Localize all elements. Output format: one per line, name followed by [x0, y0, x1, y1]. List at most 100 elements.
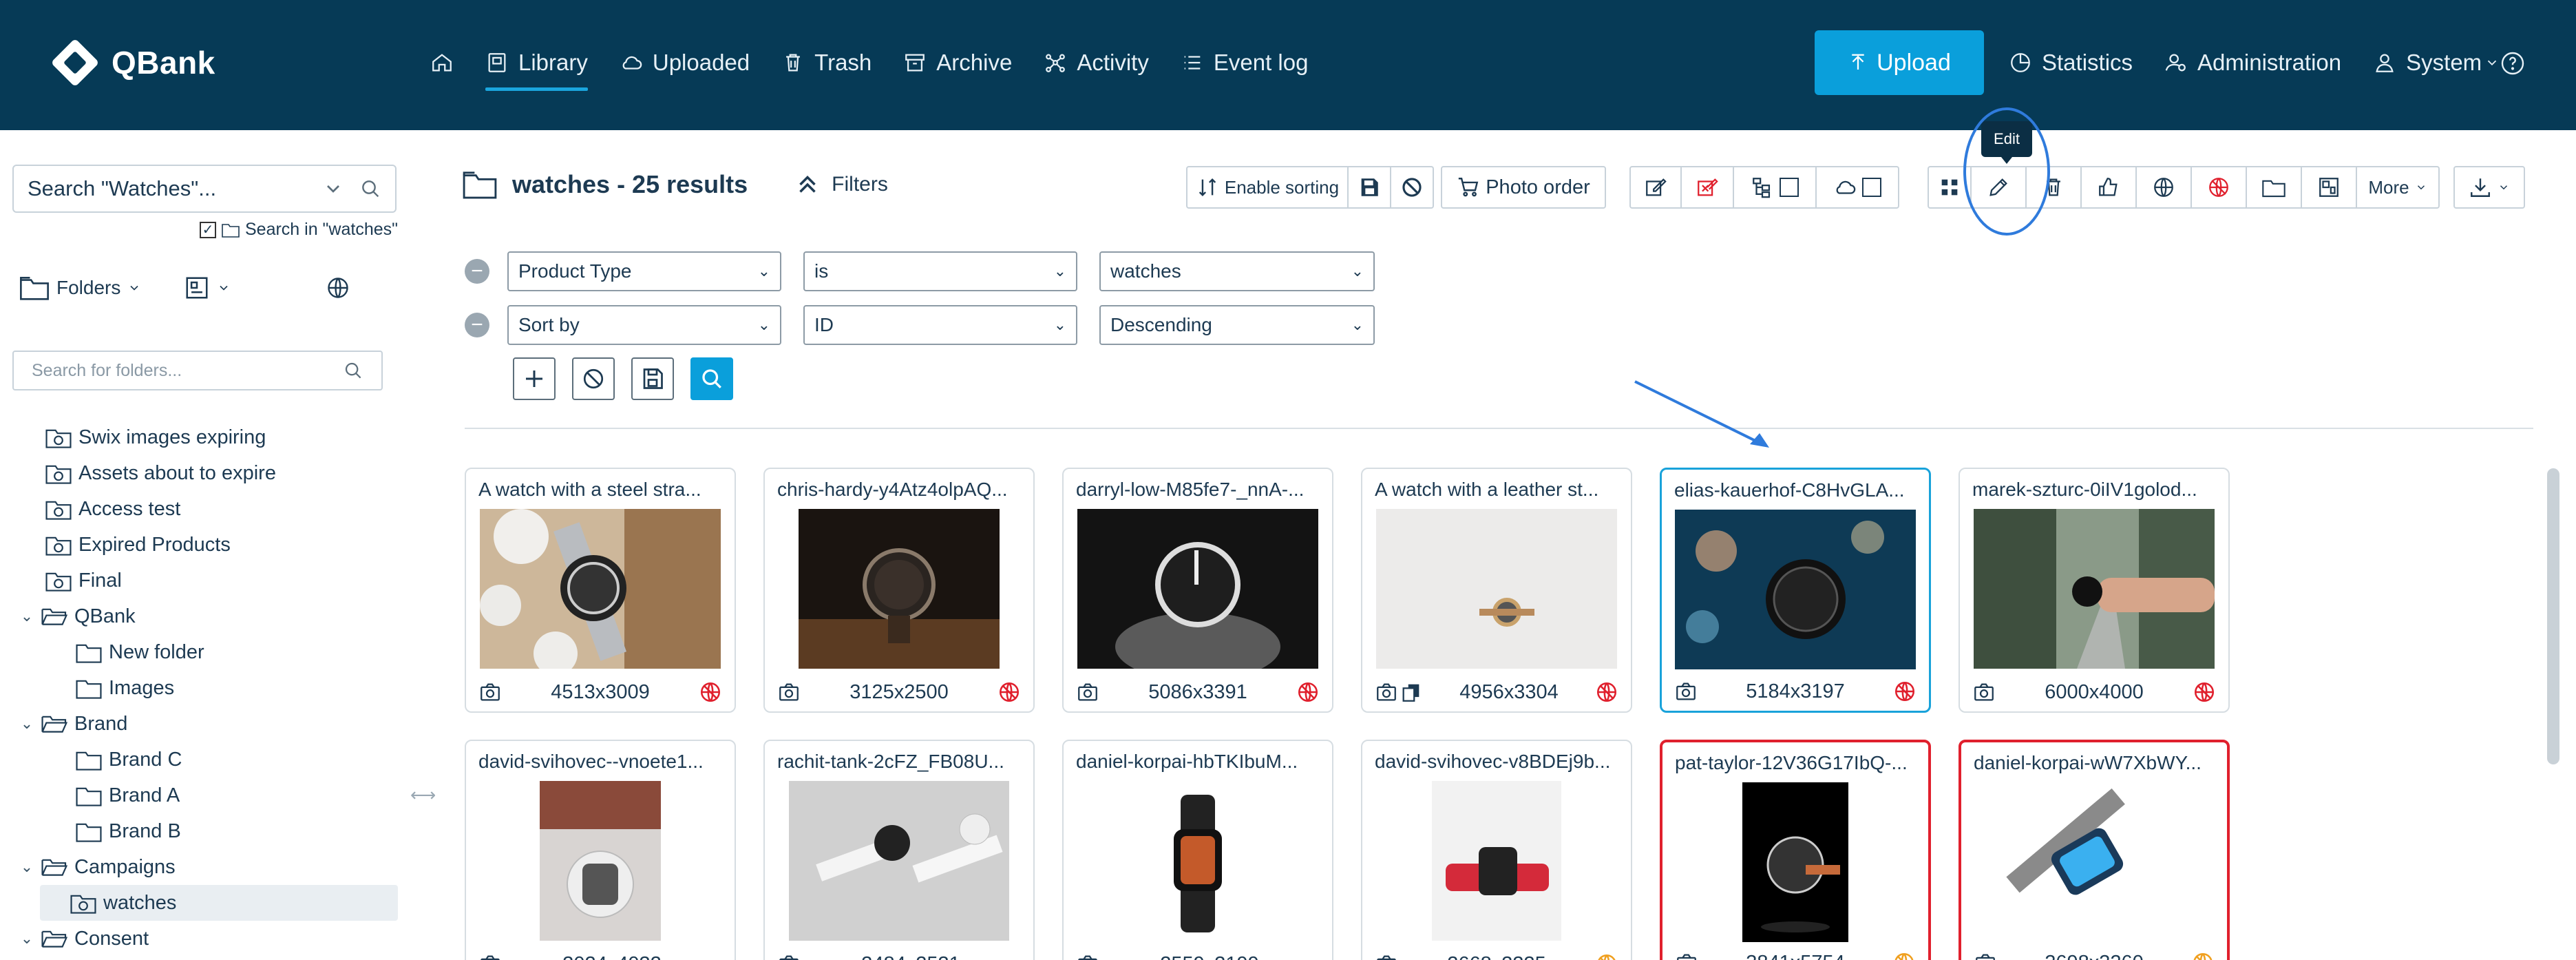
chevron-down-icon[interactable]: ⌄: [17, 715, 37, 733]
nav-home[interactable]: [430, 41, 454, 84]
sort-by-select[interactable]: ID ⌄: [803, 305, 1077, 345]
move-to-folder-button[interactable]: [2247, 166, 2302, 209]
chevron-down-icon[interactable]: ⌄: [17, 607, 37, 625]
asset-thumbnail[interactable]: [1974, 782, 2215, 942]
folder-tree-item[interactable]: Swix images expiring: [0, 419, 413, 455]
remove-metadata-button[interactable]: [1682, 166, 1734, 209]
filter-operator-select[interactable]: is ⌄: [803, 251, 1077, 291]
search-icon[interactable]: [359, 178, 381, 200]
filter-value-select[interactable]: watches ⌄: [1099, 251, 1375, 291]
folder-tree-item[interactable]: ⌄ QBank: [0, 598, 413, 634]
asset-name[interactable]: chris-hardy-y4Atz4olpAQ...: [777, 479, 1024, 501]
asset-name[interactable]: marek-szturc-0iIV1golod...: [1972, 479, 2219, 501]
nav-event-log[interactable]: Event log: [1181, 41, 1308, 84]
folder-search-input[interactable]: Search for folders...: [12, 351, 383, 390]
folder-tree-item[interactable]: Brand B: [0, 813, 413, 849]
approve-button[interactable]: [2082, 166, 2137, 209]
asset-name[interactable]: david-svihovec-v8BDEj9b...: [1375, 751, 1621, 773]
folder-tree-item[interactable]: Images: [0, 670, 413, 706]
asset-thumbnail[interactable]: [540, 781, 661, 941]
clear-filters-button[interactable]: [572, 357, 615, 400]
folder-tree-item[interactable]: Final: [0, 563, 413, 598]
unpublish-button[interactable]: [2192, 166, 2247, 209]
chevron-down-icon[interactable]: ⌄: [17, 930, 37, 948]
help-icon[interactable]: [2500, 51, 2525, 76]
search-input[interactable]: Search "Watches"...: [12, 165, 397, 213]
asset-card[interactable]: david-svihovec--vnoete1... 3024x4032: [465, 740, 736, 960]
asset-name[interactable]: A watch with a leather st...: [1375, 479, 1621, 501]
save-filter-button[interactable]: [631, 357, 674, 400]
photo-order-button[interactable]: Photo order: [1441, 166, 1606, 209]
filter-field-select[interactable]: Product Type ⌄: [507, 251, 781, 291]
folder-tree-item[interactable]: Brand A: [0, 778, 413, 813]
asset-name[interactable]: elias-kauerhof-C8HvGLA...: [1674, 479, 1919, 501]
asset-name[interactable]: daniel-korpai-hbTKIbuM...: [1076, 751, 1322, 773]
moodboard-dropdown[interactable]: [184, 275, 231, 301]
folder-tree-item[interactable]: ⌄ Brand: [0, 706, 413, 742]
asset-name[interactable]: darryl-low-M85fe7-_nnA-...: [1076, 479, 1322, 501]
asset-name[interactable]: pat-taylor-12V36G17IbQ-...: [1675, 752, 1919, 774]
asset-card[interactable]: darryl-low-M85fe7-_nnA-... 5086x3391: [1062, 468, 1333, 713]
folder-tree-item[interactable]: Brand C: [0, 742, 413, 778]
nav-library[interactable]: Library: [485, 41, 588, 91]
publish-button[interactable]: [2137, 166, 2192, 209]
asset-thumbnail[interactable]: [1077, 781, 1318, 941]
nav-uploaded[interactable]: Uploaded: [620, 41, 750, 84]
asset-card[interactable]: daniel-korpai-hbTKIbuM... 2559x3199: [1062, 740, 1333, 960]
asset-thumbnail[interactable]: [1432, 781, 1561, 941]
nav-statistics[interactable]: Statistics: [2009, 41, 2133, 84]
checkbox-square-icon[interactable]: [1780, 178, 1799, 197]
folder-tree-item[interactable]: Expired Products: [0, 527, 413, 563]
add-filter-button[interactable]: [513, 357, 556, 400]
nav-activity[interactable]: Activity: [1044, 41, 1149, 84]
chevron-down-icon[interactable]: ⌄: [17, 858, 37, 876]
remove-sort-button[interactable]: −: [465, 313, 489, 337]
asset-card[interactable]: elias-kauerhof-C8HvGLA... 5184x3197: [1660, 468, 1931, 713]
globe-icon[interactable]: [326, 275, 350, 300]
folder-tree-item[interactable]: Assets about to expire: [0, 455, 413, 491]
checkbox-square-icon[interactable]: [1862, 178, 1881, 197]
asset-thumbnail[interactable]: [1376, 509, 1617, 669]
edit-metadata-button[interactable]: [1629, 166, 1682, 209]
folder-tree-item[interactable]: ⌄ Consent: [0, 921, 413, 957]
nav-trash[interactable]: Trash: [781, 41, 872, 84]
search-in-folder-option[interactable]: ✓ Search in "watches": [200, 220, 398, 240]
folder-tree-item[interactable]: watches: [40, 885, 398, 921]
nav-administration[interactable]: Administration: [2164, 41, 2341, 84]
cloud-select-button[interactable]: [1817, 166, 1899, 209]
search-in-checkbox[interactable]: ✓: [200, 221, 216, 238]
asset-thumbnail[interactable]: [1675, 510, 1916, 669]
asset-card[interactable]: daniel-korpai-wW7XbWY... 2698x3260: [1959, 740, 2230, 960]
folder-tree-item[interactable]: ⌄ Campaigns: [0, 849, 413, 885]
asset-thumbnail[interactable]: [1742, 782, 1848, 942]
asset-thumbnail[interactable]: [480, 509, 721, 669]
nav-archive[interactable]: Archive: [903, 41, 1012, 84]
asset-thumbnail[interactable]: [789, 781, 1009, 941]
folder-tree-item[interactable]: Access test: [0, 491, 413, 527]
scrollbar[interactable]: [2547, 468, 2559, 764]
asset-card[interactable]: marek-szturc-0iIV1golod... 6000x4000: [1959, 468, 2230, 713]
hierarchy-select-button[interactable]: [1734, 166, 1817, 209]
upload-button[interactable]: Upload: [1815, 30, 1984, 95]
asset-card[interactable]: A watch with a steel stra... 4513x3009: [465, 468, 736, 713]
resize-handle[interactable]: ⟷: [410, 784, 436, 806]
search-button[interactable]: [690, 357, 733, 400]
asset-name[interactable]: daniel-korpai-wW7XbWY...: [1974, 752, 2217, 774]
asset-name[interactable]: david-svihovec--vnoete1...: [478, 751, 725, 773]
asset-name[interactable]: A watch with a steel stra...: [478, 479, 725, 501]
chevron-down-icon[interactable]: [322, 178, 344, 200]
app-logo[interactable]: QBank: [48, 36, 215, 90]
save-order-button[interactable]: [1349, 166, 1391, 209]
sort-field-select[interactable]: Sort by ⌄: [507, 305, 781, 345]
more-menu-button[interactable]: More: [2357, 166, 2440, 209]
folder-tree-item[interactable]: New folder: [0, 634, 413, 670]
asset-thumbnail[interactable]: [1077, 509, 1318, 669]
folders-dropdown[interactable]: Folders: [19, 275, 141, 300]
nav-system-menu[interactable]: System: [2373, 41, 2500, 84]
enable-sorting-button[interactable]: Enable sorting: [1186, 166, 1349, 209]
asset-card[interactable]: pat-taylor-12V36G17IbQ-... 3841x5754: [1660, 740, 1931, 960]
asset-thumbnail[interactable]: [799, 509, 1000, 669]
cancel-sorting-button[interactable]: [1391, 166, 1434, 209]
sort-direction-select[interactable]: Descending ⌄: [1099, 305, 1375, 345]
moodboard-button[interactable]: [2302, 166, 2357, 209]
